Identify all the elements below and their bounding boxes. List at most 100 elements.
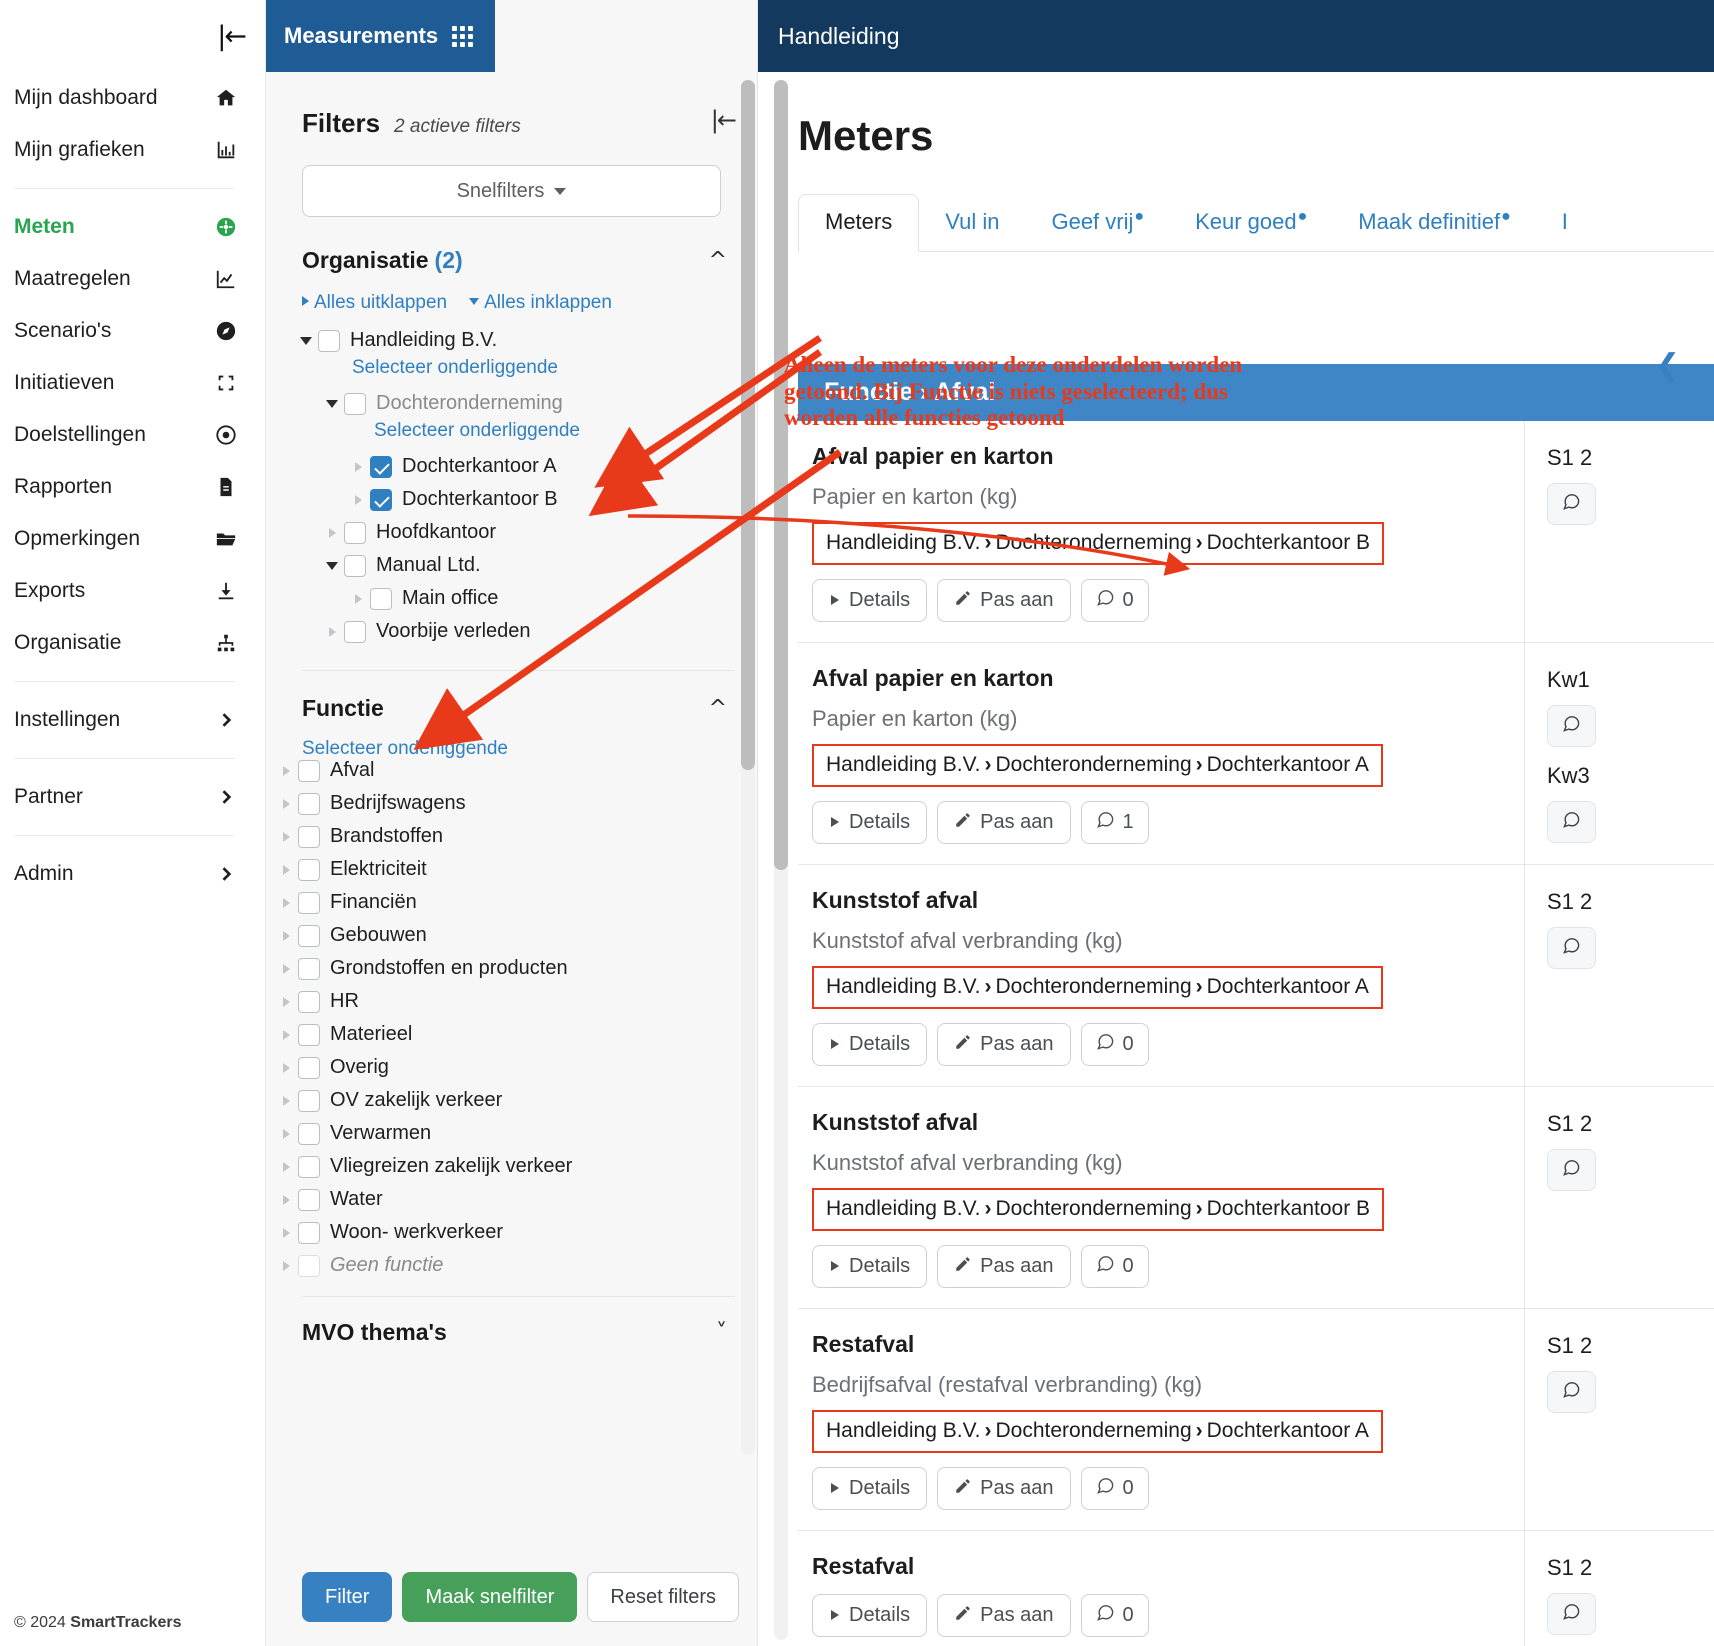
chevron-down-icon[interactable]: ˅ [716,1320,727,1345]
functie-checkbox[interactable] [298,990,320,1013]
org-tree-node[interactable]: Voorbije verleden [294,615,757,648]
sidebar-item-rapporten[interactable]: Rapporten [0,461,265,513]
caret-right-icon[interactable] [346,461,370,472]
tab-overflow[interactable]: I [1536,195,1594,251]
org-tree-checkbox[interactable] [370,488,392,511]
functie-checkbox[interactable] [298,1155,320,1178]
chevron-up-icon[interactable]: ^ [709,696,727,721]
functie-item[interactable]: Grondstoffen en producten [270,952,757,985]
org-tree-checkbox[interactable] [370,455,392,478]
grid-apps-icon[interactable] [452,25,474,47]
caret-right-icon[interactable] [274,1029,298,1040]
caret-right-icon[interactable] [320,527,344,538]
select-children-link[interactable]: Selecteer onderliggende [294,420,757,450]
functie-checkbox[interactable] [298,1089,320,1112]
org-tree-node[interactable]: Main office [294,582,757,615]
make-quickfilter-button[interactable]: Maak snelfilter [402,1572,578,1622]
comments-button[interactable]: 0 [1080,579,1149,622]
sidebar-item-scenario-s[interactable]: Scenario's [0,305,265,357]
sidebar-item-instellingen[interactable]: Instellingen [0,694,265,746]
functie-checkbox[interactable] [298,1023,320,1046]
expand-all-link[interactable]: Alles uitklappen [302,292,447,314]
sidebar-item-maatregelen[interactable]: Maatregelen [0,253,265,305]
org-tree-checkbox[interactable] [344,554,366,577]
caret-right-icon[interactable] [274,1194,298,1205]
mvo-section-header[interactable]: MVO thema's ˅ [266,1297,757,1346]
details-button[interactable]: Details [812,1467,928,1510]
sidebar-item-admin[interactable]: Admin [0,848,265,900]
details-button[interactable]: Details [812,801,928,844]
sidebar-item-organisatie[interactable]: Organisatie [0,617,265,669]
organisatie-section-header[interactable]: Organisatie (2) ^ [266,217,757,274]
functie-item[interactable]: Woon- werkverkeer [270,1216,757,1249]
functie-item[interactable]: Bedrijfswagens [270,787,757,820]
chevron-up-icon[interactable]: ^ [709,248,727,273]
comments-button[interactable]: 0 [1080,1245,1149,1288]
caret-right-icon[interactable] [274,1095,298,1106]
functie-item[interactable]: Elektriciteit [270,853,757,886]
app-brand[interactable]: Measurements [266,0,496,72]
functie-checkbox[interactable] [298,825,320,848]
edit-button[interactable]: Pas aan [937,801,1071,844]
details-button[interactable]: Details [812,1594,928,1637]
caret-right-icon[interactable] [274,1062,298,1073]
caret-right-icon[interactable] [274,963,298,974]
sidebar-item-exports[interactable]: Exports [0,565,265,617]
functie-select-children-link[interactable]: Selecteer onderliggende [266,722,757,759]
period-comment-chip[interactable] [1547,1371,1596,1413]
period-comment-chip[interactable] [1547,1593,1596,1635]
caret-right-icon[interactable] [274,1260,298,1271]
sidebar-item-initiatieven[interactable]: Initiatieven [0,357,265,409]
functie-item[interactable]: Gebouwen [270,919,757,952]
caret-right-icon[interactable] [274,831,298,842]
functie-item[interactable]: Financiën [270,886,757,919]
comments-button[interactable]: 0 [1080,1467,1149,1510]
tab-meters[interactable]: Meters [798,194,920,252]
org-tree-node[interactable]: Hoofdkantoor [294,516,757,549]
select-children-link[interactable]: Selecteer onderliggende [294,357,757,387]
filter-panel-scrollbar-thumb[interactable] [741,80,755,770]
functie-checkbox[interactable] [298,1188,320,1211]
tab-vul-in[interactable]: Vul in [919,195,1025,251]
caret-right-icon[interactable] [274,765,298,776]
org-tree-node[interactable]: Dochterkantoor A [294,450,757,483]
functie-checkbox[interactable] [298,792,320,815]
caret-right-icon[interactable] [274,897,298,908]
org-tree-node[interactable]: Dochterkantoor B [294,483,757,516]
caret-right-icon[interactable] [346,494,370,505]
filter-panel-scrollbar[interactable] [741,80,755,1455]
sidebar-item-mijn-grafieken[interactable]: Mijn grafieken [0,124,265,176]
functie-checkbox[interactable] [298,858,320,881]
functie-item[interactable]: Brandstoffen [270,820,757,853]
edit-button[interactable]: Pas aan [937,1023,1071,1066]
sidebar-item-meten[interactable]: Meten [0,201,265,253]
functie-checkbox[interactable] [298,1056,320,1079]
functie-item[interactable]: Verwarmen [270,1117,757,1150]
reset-filters-button[interactable]: Reset filters [587,1572,739,1622]
sidebar-item-doelstellingen[interactable]: Doelstellingen [0,409,265,461]
functie-checkbox[interactable] [298,759,320,782]
caret-right-icon[interactable] [320,626,344,637]
caret-right-icon[interactable] [274,930,298,941]
period-comment-chip[interactable] [1547,483,1596,525]
edit-button[interactable]: Pas aan [937,579,1071,622]
org-tree-node[interactable]: Handleiding B.V. [294,324,757,357]
sidebar-item-partner[interactable]: Partner [0,771,265,823]
org-tree-node[interactable]: Dochteronderneming [294,387,757,420]
functie-checkbox[interactable] [298,957,320,980]
functie-item[interactable]: HR [270,985,757,1018]
edit-button[interactable]: Pas aan [937,1245,1071,1288]
comments-button[interactable]: 1 [1080,801,1149,844]
comments-button[interactable]: 0 [1080,1023,1149,1066]
functie-item[interactable]: Afval [270,754,757,787]
edit-button[interactable]: Pas aan [937,1594,1071,1637]
functie-item[interactable]: Overig [270,1051,757,1084]
filters-collapse-icon[interactable]: |← [711,106,737,134]
tab-keur-goed[interactable]: Keur goed● [1169,195,1332,251]
functie-item[interactable]: OV zakelijk verkeer [270,1084,757,1117]
functie-checkbox[interactable] [298,891,320,914]
org-tree-checkbox[interactable] [344,521,366,544]
org-tree-checkbox[interactable] [344,392,366,415]
period-comment-chip[interactable] [1547,705,1596,747]
functie-item[interactable]: Water [270,1183,757,1216]
